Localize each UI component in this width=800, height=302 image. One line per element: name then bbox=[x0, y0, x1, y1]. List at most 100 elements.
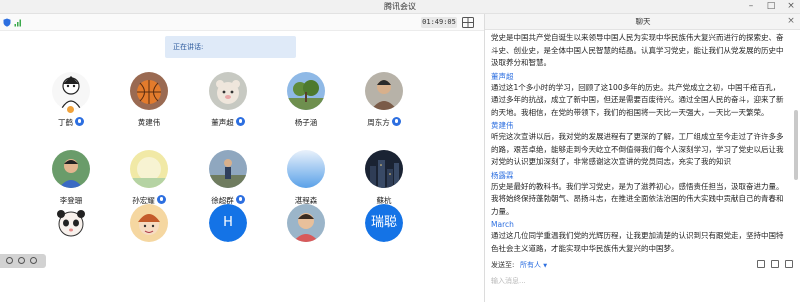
avatar bbox=[365, 150, 403, 188]
avatar-image bbox=[209, 150, 247, 188]
participant-tile[interactable] bbox=[268, 204, 344, 266]
shield-icon[interactable] bbox=[3, 18, 11, 27]
participant-tile[interactable]: 湛程森 bbox=[268, 150, 344, 212]
file-icon[interactable] bbox=[771, 260, 779, 268]
meeting-app: 腾讯会议 – □ × 01:49:05 正在讲话: 丁鹤 黄建伟 董声超 杨子涵 周东方… bbox=[0, 0, 800, 302]
microphone-icon bbox=[235, 117, 245, 126]
microphone-icon bbox=[75, 117, 84, 126]
chat-input[interactable] bbox=[491, 274, 791, 288]
avatar-image bbox=[287, 150, 325, 188]
participant-name-row: 丁鹤 bbox=[33, 117, 109, 129]
avatar bbox=[287, 204, 325, 242]
title-bar: 腾讯会议 – □ × bbox=[0, 0, 800, 14]
grid-view-icon[interactable] bbox=[462, 17, 474, 28]
message-text: 听完这次宣讲以后，我对党的发展进程有了更深的了解，工厂组成立至今走过了许许多多的… bbox=[491, 132, 784, 166]
meeting-toolbar: 01:49:05 bbox=[0, 14, 484, 31]
participant-tile[interactable]: 徐超群 bbox=[190, 150, 266, 212]
participant-tile[interactable]: 黄建伟 bbox=[111, 72, 187, 134]
message-sender[interactable]: 黄建伟 bbox=[491, 120, 787, 131]
avatar-image bbox=[130, 204, 168, 242]
chat-title: 聊天 bbox=[635, 17, 651, 26]
participant-name-row bbox=[111, 249, 187, 261]
chat-scrollbar[interactable] bbox=[794, 32, 799, 258]
avatar-image bbox=[287, 72, 325, 110]
screenshot-icon[interactable] bbox=[785, 260, 793, 268]
avatar bbox=[52, 150, 90, 188]
recipient-value: 所有人 bbox=[520, 261, 541, 269]
avatar: 瑞聪 bbox=[365, 204, 403, 242]
participant-tile[interactable]: 董声超 bbox=[190, 72, 266, 134]
participant-name: 周东方 bbox=[367, 118, 390, 127]
participant-name-row: 董声超 bbox=[190, 117, 266, 129]
message-sender[interactable]: March bbox=[491, 219, 787, 230]
message-text: 通过这几位同学重温我们党的光辉历程，让我更加清楚的认识到只有跟党走，坚持中国特色… bbox=[491, 231, 784, 253]
window-title: 腾讯会议 bbox=[384, 2, 416, 11]
participant-name-row bbox=[346, 249, 422, 261]
avatar-image bbox=[52, 150, 90, 188]
avatar bbox=[209, 72, 247, 110]
layout-icon[interactable] bbox=[18, 257, 25, 264]
avatar-image bbox=[365, 72, 403, 110]
send-to-label: 发送至: bbox=[491, 261, 515, 269]
avatar-image bbox=[209, 72, 247, 110]
microphone-icon bbox=[156, 195, 166, 204]
participant-name: 杨子涵 bbox=[294, 118, 318, 127]
avatar-image bbox=[365, 150, 403, 188]
more-icon[interactable] bbox=[30, 257, 37, 264]
message-text: 党史是中国共产党自诞生以来领导中国人民为实现中华民族伟大复兴而进行的探索史、奋斗… bbox=[491, 33, 784, 67]
recipient-dropdown[interactable]: 所有人 ▼ bbox=[520, 260, 547, 270]
participant-name-row bbox=[268, 249, 344, 261]
message-text: 历史是最好的教科书。我们学习党史，是为了滋养初心，感悟责任担当，汲取奋进力量。我… bbox=[491, 181, 784, 216]
avatar bbox=[130, 150, 168, 188]
close-window-icon[interactable]: × bbox=[782, 0, 800, 14]
participant-name-row: 周东方 bbox=[346, 117, 422, 129]
chevron-down-icon: ▼ bbox=[543, 263, 548, 269]
chat-header: 聊天 × bbox=[485, 14, 800, 30]
participant-name: 黄建伟 bbox=[137, 118, 161, 127]
message-sender[interactable]: 董声超 bbox=[491, 71, 787, 82]
chat-panel: 聊天 × 党史是中国共产党自诞生以来领导中国人民为实现中华民族伟大复兴而进行的探… bbox=[484, 14, 800, 302]
avatar bbox=[130, 204, 168, 242]
avatar-text: 瑞聪 bbox=[365, 204, 403, 242]
participant-tile[interactable]: 周东方 bbox=[346, 72, 422, 134]
avatar bbox=[130, 72, 168, 110]
chat-tools bbox=[755, 260, 799, 270]
participant-tile[interactable]: 李登珊 bbox=[33, 150, 109, 212]
avatar: H bbox=[209, 204, 247, 242]
message-sender[interactable]: 杨露霖 bbox=[491, 170, 787, 181]
microphone-icon bbox=[235, 195, 245, 204]
participant-tile[interactable]: 丁鹤 bbox=[33, 72, 109, 134]
host-badge-icon bbox=[66, 105, 75, 114]
participant-name-row bbox=[190, 249, 266, 261]
message-text: 通过这1个多小时的学习，回顾了这100多年的历史。共产党成立之初，中国千疮百孔，… bbox=[491, 82, 784, 117]
maximize-icon[interactable]: □ bbox=[762, 0, 780, 14]
scroll-thumb[interactable] bbox=[794, 110, 798, 180]
participant-tile[interactable]: 孙宏耀 bbox=[111, 150, 187, 212]
avatar bbox=[287, 150, 325, 188]
avatar bbox=[365, 72, 403, 110]
minimize-icon[interactable]: – bbox=[742, 0, 760, 14]
participant-name: 丁鹤 bbox=[58, 118, 73, 127]
speaking-indicator: 正在讲话: bbox=[165, 36, 296, 58]
send-row: 发送至: 所有人 ▼ bbox=[485, 258, 800, 272]
participant-tile[interactable]: 瑞聪 bbox=[346, 204, 422, 266]
bottom-controls bbox=[0, 254, 46, 268]
avatar bbox=[209, 150, 247, 188]
participant-tile[interactable]: 杨子涵 bbox=[268, 72, 344, 134]
participant-name: 董声超 bbox=[211, 118, 234, 127]
avatar-image bbox=[287, 204, 325, 242]
close-chat-icon[interactable]: × bbox=[785, 16, 797, 28]
image-icon[interactable] bbox=[757, 260, 765, 268]
participant-grid: 丁鹤 黄建伟 董声超 杨子涵 周东方李登珊 孙宏耀 徐超群 湛程森 蘇杭 H 瑞聪 bbox=[0, 68, 484, 302]
participant-tile[interactable]: H bbox=[190, 204, 266, 266]
avatar-image bbox=[52, 204, 90, 242]
avatar-text: H bbox=[209, 204, 247, 242]
signal-icon[interactable] bbox=[14, 18, 22, 27]
participant-tile[interactable] bbox=[111, 204, 187, 266]
chat-messages: 党史是中国共产党自诞生以来领导中国人民为实现中华民族伟大复兴而进行的探索史、奋斗… bbox=[485, 32, 793, 258]
avatar-image bbox=[130, 150, 168, 188]
participant-name-row: 黄建伟 bbox=[111, 117, 187, 129]
microphone-icon bbox=[391, 117, 401, 126]
camera-icon[interactable] bbox=[6, 257, 13, 264]
participant-tile[interactable]: 蘇杭 bbox=[346, 150, 422, 212]
